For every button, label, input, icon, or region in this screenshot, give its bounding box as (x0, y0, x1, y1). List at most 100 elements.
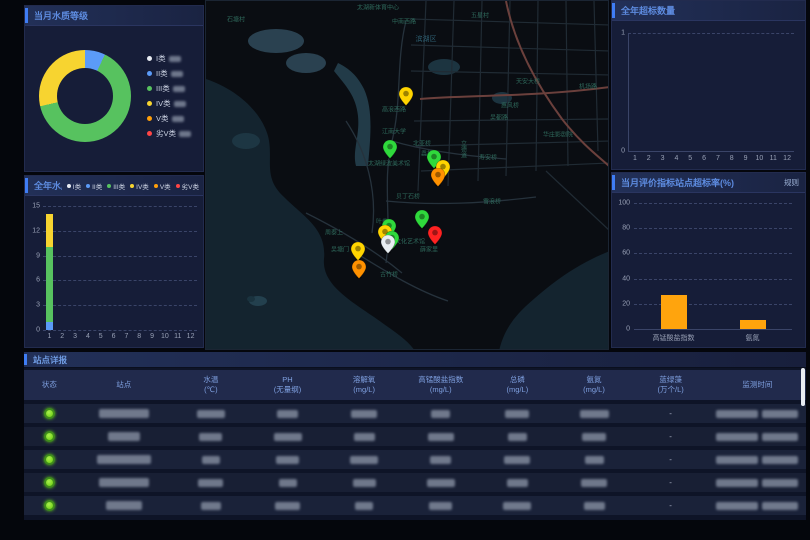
map-label: 机场路 (579, 82, 597, 91)
station-pin[interactable] (351, 242, 365, 261)
legend-item-II类[interactable]: II类 (147, 68, 191, 79)
legend-dot (107, 184, 111, 188)
cell-水温 (173, 456, 250, 464)
legend-item-劣V类[interactable]: 劣V类 (147, 128, 191, 139)
cell-PH (249, 502, 326, 510)
table-row[interactable]: - (24, 450, 806, 469)
redacted-value (274, 433, 302, 441)
column-header-监测时间: 监测时间 (709, 380, 806, 390)
redacted-value (503, 502, 531, 510)
legend-item-I类[interactable]: I类 (67, 181, 81, 191)
redacted-value (351, 410, 377, 418)
cell-状态 (24, 408, 75, 419)
redacted-time (762, 410, 798, 418)
rate-bar-高锰酸盐指数[interactable] (661, 295, 687, 329)
redacted-value (582, 433, 606, 441)
legend-item-V类[interactable]: V类 (147, 113, 191, 124)
legend-item-IV类[interactable]: IV类 (147, 98, 191, 109)
legend-item-劣V类[interactable]: 劣V类 (176, 181, 199, 191)
table-row[interactable]: - (24, 427, 806, 446)
cell-总磷 (479, 502, 556, 510)
redacted-value (508, 433, 527, 441)
legend-item-II类[interactable]: II类 (86, 181, 102, 191)
cell-PH (249, 479, 326, 487)
redacted-count (172, 116, 184, 122)
cell-站点 (75, 478, 173, 487)
cell-溶解氧 (326, 433, 403, 441)
panel-header: 全年水质等级 I类II类III类IV类V类劣V类 (25, 176, 203, 196)
status-ok-dot (44, 431, 55, 442)
map-label: 太湖新体育中心 (357, 3, 399, 12)
legend-label: I类 (156, 53, 166, 64)
map-label: 贝丁石桥 (396, 192, 420, 201)
station-pin[interactable] (431, 168, 445, 187)
redacted-value (505, 410, 529, 418)
cell-水温 (173, 433, 250, 441)
legend-item-IV类[interactable]: IV类 (130, 181, 149, 191)
station-pin[interactable] (383, 140, 397, 159)
redacted-count (179, 131, 191, 137)
map-label: 五星村 (471, 11, 489, 20)
cell-站点 (75, 432, 173, 441)
redacted-value (355, 502, 373, 510)
redacted-value (581, 479, 607, 487)
legend-item-III类[interactable]: III类 (147, 83, 191, 94)
station-pin[interactable] (428, 226, 442, 245)
redacted-value (584, 502, 605, 510)
rules-link[interactable]: 规则 (784, 177, 799, 188)
table-row[interactable]: - (24, 496, 806, 515)
station-map[interactable]: 石塘村太湖新体育中心中南西路滨湖区五星村高浪西路江南大学北亚桥蠡桥立德道寿安桥惠… (205, 0, 609, 350)
monthly-grade-donut-chart[interactable] (39, 50, 131, 142)
exceed-rate-bar-chart[interactable]: 020406080100高锰酸盐指数氨氮 (614, 195, 802, 345)
map-label: 北亚桥 (413, 139, 431, 148)
table-row[interactable]: - (24, 473, 806, 492)
station-pin[interactable] (399, 87, 413, 106)
redacted-time (762, 502, 798, 510)
cell-氨氮 (556, 479, 633, 487)
cell-溶解氧 (326, 456, 403, 464)
annual-grade-stacked-chart[interactable]: 03691215123456789101112 (27, 198, 203, 344)
table-scrollbar-thumb[interactable] (801, 368, 805, 406)
stacked-bar-segment-IV类[interactable] (46, 214, 53, 247)
redacted-value (354, 433, 375, 441)
map-label: 雪浪桥 (483, 197, 501, 206)
cell-高锰酸盐指数 (402, 502, 479, 510)
cell-蓝绿藻: - (632, 432, 709, 441)
cell-监测时间 (709, 433, 806, 441)
cell-总磷 (479, 479, 556, 487)
cell-PH (249, 410, 326, 418)
annual-exceed-line-chart[interactable]: 10123456789101112 (614, 23, 802, 167)
cell-状态 (24, 431, 75, 442)
map-label: 华庄影剧院 (543, 130, 573, 139)
redacted-value (430, 456, 451, 464)
legend-dot (147, 101, 152, 106)
cell-总磷 (479, 456, 556, 464)
cell-监测时间 (709, 479, 806, 487)
redacted-value (427, 479, 455, 487)
redacted-value (201, 502, 221, 510)
station-pin[interactable] (352, 260, 366, 279)
redacted-value (580, 410, 609, 418)
stacked-bar-segment-III类[interactable] (46, 247, 53, 321)
cell-水温 (173, 502, 250, 510)
legend-dot (67, 184, 71, 188)
station-pin[interactable] (415, 210, 429, 229)
table-row[interactable]: - (24, 404, 806, 423)
legend-dot (147, 86, 152, 91)
legend-item-III类[interactable]: III类 (107, 181, 125, 191)
map-label: 寿安桥 (479, 153, 497, 162)
column-header-蓝绿藻: 蓝绿藻(万个/L) (632, 375, 709, 395)
donut-chart-area: I类 II类 III类 IV类 V类劣V类 (25, 26, 203, 166)
legend-item-I类[interactable]: I类 (147, 53, 191, 64)
status-ok-dot (44, 454, 55, 465)
redacted-count (171, 71, 183, 77)
station-pin[interactable] (381, 235, 395, 254)
legend-item-V类[interactable]: V类 (154, 181, 171, 191)
redacted-station (99, 478, 149, 487)
cell-水温 (173, 410, 250, 418)
map-label: 太湖绿波美术馆 (368, 159, 410, 168)
redacted-time (762, 433, 798, 441)
rate-bar-氨氮[interactable] (740, 320, 766, 329)
stacked-bar-segment-II类[interactable] (46, 322, 53, 330)
map-basemap (206, 1, 609, 350)
